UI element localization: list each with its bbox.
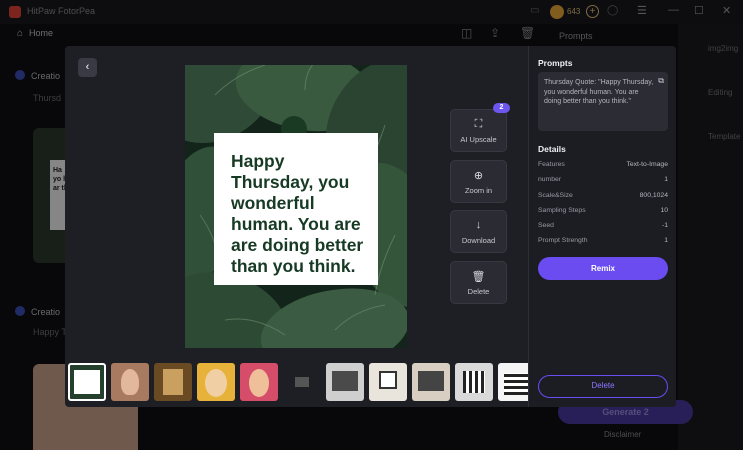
thumbnail-7[interactable]: [326, 363, 364, 401]
generated-image: Happy Thursday, you wonderful human. You…: [185, 65, 407, 348]
upscale-icon: ⛶: [474, 118, 483, 130]
back-button[interactable]: ‹: [78, 58, 97, 77]
copy-icon[interactable]: ⧉: [658, 76, 664, 86]
zoom-in-icon: ⊕: [473, 170, 484, 182]
thumbnail-3[interactable]: [154, 363, 192, 401]
thumbnail-5[interactable]: [240, 363, 278, 401]
prompt-text-box: Thursday Quote: "Happy Thursday, you won…: [538, 72, 668, 131]
prompt-text: Thursday Quote: "Happy Thursday, you won…: [544, 79, 654, 105]
detail-row: Scale&Size 800,1024: [538, 192, 668, 199]
detail-row: Seed -1: [538, 222, 668, 229]
quote-card: Happy Thursday, you wonderful human. You…: [214, 133, 378, 285]
quote-text: Happy Thursday, you wonderful human. You…: [231, 151, 364, 276]
delete-button[interactable]: Delete: [538, 375, 668, 398]
download-icon: ↓: [475, 219, 482, 231]
chevron-left-icon: ‹: [85, 61, 90, 73]
details-heading: Details: [538, 144, 566, 154]
trash-icon: 🗑: [471, 271, 486, 283]
thumbnail-1[interactable]: [68, 363, 106, 401]
detail-row: Sampling Steps 10: [538, 207, 668, 214]
ai-upscale-button[interactable]: ⛶ AI Upscale: [450, 109, 507, 152]
thumbnail-9[interactable]: [412, 363, 450, 401]
remix-button[interactable]: Remix: [538, 257, 668, 280]
detail-row: Prompt Strength 1: [538, 237, 668, 244]
upscale-cost-badge: 2: [493, 103, 510, 113]
thumbnail-6[interactable]: [283, 363, 321, 401]
details-panel: Prompts Thursday Quote: "Happy Thursday,…: [529, 46, 676, 407]
image-preview-modal: ‹ Happy Thursday, you wonderful human. Y…: [65, 46, 676, 407]
thumbnail-strip: [68, 363, 536, 403]
prompts-heading: Prompts: [538, 58, 573, 68]
download-button[interactable]: ↓ Download: [450, 210, 507, 253]
thumbnail-10[interactable]: [455, 363, 493, 401]
thumbnail-4[interactable]: [197, 363, 235, 401]
detail-row: Features Text-to-Image: [538, 161, 668, 168]
detail-row: number 1: [538, 176, 668, 183]
zoom-in-button[interactable]: ⊕ Zoom in: [450, 160, 507, 203]
delete-image-button[interactable]: 🗑 Delete: [450, 261, 507, 304]
thumbnail-8[interactable]: [369, 363, 407, 401]
thumbnail-2[interactable]: [111, 363, 149, 401]
